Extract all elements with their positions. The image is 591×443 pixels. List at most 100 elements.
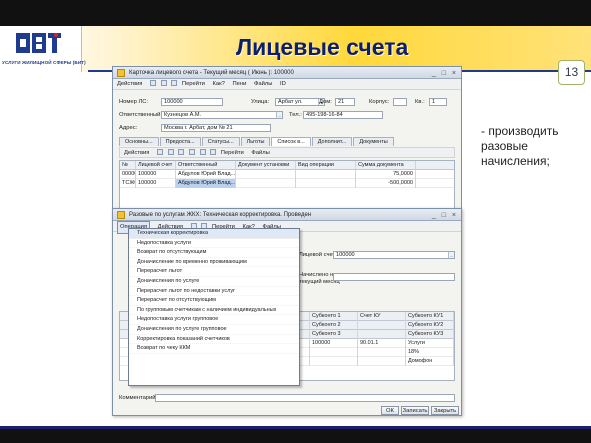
responsible-dropdown-icon[interactable]: … [276, 112, 282, 118]
copy-icon[interactable] [167, 149, 174, 156]
menu-item-group-meters[interactable]: По групповым счетчикам с наличием индиви… [129, 306, 299, 316]
ok-button[interactable]: ОК [381, 406, 399, 415]
refresh-icon[interactable] [171, 80, 178, 87]
menu-item-kkm-refund[interactable]: Возврат по чеку ККМ [129, 344, 299, 354]
col-num[interactable]: № [120, 161, 136, 170]
row-cell [236, 179, 296, 188]
menu-item-undersupply[interactable]: Недопоставка услуги [129, 239, 299, 249]
col-account-ku[interactable]: Счет КУ [358, 312, 406, 321]
menu-item-recalc-absent[interactable]: Перерасчет по отсутствующим [129, 296, 299, 306]
tab-benefits[interactable]: Льготы [240, 137, 271, 146]
filter-icon[interactable] [199, 149, 206, 156]
table-row[interactable]: 000000...100000Абдулов Юрий Влад... 75,00… [120, 170, 454, 179]
apartment-field[interactable]: 1 [429, 98, 447, 106]
accrual-field[interactable] [333, 273, 455, 281]
row-cell [310, 357, 358, 366]
tab-main[interactable]: Основны... [119, 137, 159, 146]
house-field[interactable]: 21 [335, 98, 355, 106]
row-cell: Домофон [406, 357, 454, 366]
street-field[interactable]: Арбат ул. ▾ [275, 98, 325, 106]
list-goto[interactable]: Перейти [221, 148, 244, 159]
tab-provided[interactable]: Предоста... [159, 137, 201, 146]
row-cell: Абдулов Юрий Влад... [178, 170, 236, 179]
menu-item-benefit-undersupply[interactable]: Перерасчет льгот по недоставки услуг [129, 287, 299, 297]
row-cell [296, 179, 356, 188]
toolbar-files[interactable]: Файлы [254, 79, 272, 90]
logo-caption: УСЛУГИ ЖИЛИЩНОЙ СФЕРЫ (БИТ) [2, 60, 86, 65]
sub-account-dropdown-icon[interactable]: … [448, 252, 454, 258]
add-icon[interactable] [157, 149, 164, 156]
new-doc-icon[interactable] [150, 80, 157, 87]
col-subconto-ku2[interactable]: Субконто КУ2 [406, 321, 454, 330]
page-title: Лицевые счета [236, 34, 409, 60]
list-actions[interactable]: Действия [124, 148, 149, 159]
toolbar-id[interactable]: ID [280, 79, 286, 90]
close-button[interactable]: Закрыть [431, 406, 459, 415]
menu-item-meter-correction[interactable]: Корректировка показаний счетчиков [129, 335, 299, 345]
col-subconto-ku1[interactable]: Субконто КУ1 [406, 312, 454, 321]
subwindow-app-icon [117, 211, 125, 219]
address-field[interactable]: Москва г. Арбат, дом № 21 [161, 124, 271, 132]
menu-item-service-charges-group[interactable]: Доначисления по услуге групповое [129, 325, 299, 335]
row-cell: Услуги [406, 339, 454, 348]
col-sum[interactable]: Сумма документа [356, 161, 416, 170]
col-subconto-3[interactable]: Субконто 3 [310, 330, 358, 339]
window-controls[interactable]: _ □ × [432, 68, 458, 80]
tab-list[interactable]: Список в... [271, 137, 311, 146]
toolbar-penalties[interactable]: Пени [233, 79, 247, 90]
window-title-bar[interactable]: Карточка лицевого счета - Текущий месяц … [113, 67, 461, 79]
col-operation[interactable]: Вид операции [296, 161, 356, 170]
tab-extra[interactable]: Дополнит... [311, 137, 353, 146]
building-field[interactable] [393, 98, 407, 106]
col-subconto-ku3[interactable]: Субконто КУ3 [406, 330, 454, 339]
responsible-value: Кузнецов А.М. [164, 112, 202, 118]
operation-dropdown-menu: Техническая корректировка Недопоставка у… [128, 228, 300, 386]
window-title: Карточка лицевого счета - Текущий месяц … [129, 70, 294, 76]
sub-account-field[interactable]: 100000… [333, 251, 455, 259]
account-number-field[interactable]: 100000 [161, 98, 223, 106]
row-cell: ТСЖ00... [122, 179, 136, 188]
window-app-icon [117, 69, 125, 77]
list-files[interactable]: Файлы [251, 148, 269, 159]
col-account[interactable]: Лицевой счет [136, 161, 176, 170]
main-toolbar: Действия Перейти Как? Пени Файлы ID [113, 79, 461, 90]
sort-icon[interactable] [210, 149, 217, 156]
menu-item-tech-correction[interactable]: Техническая корректировка [129, 229, 299, 239]
save-button[interactable]: Записать [401, 406, 429, 415]
menu-item-undersupply-group[interactable]: Недопоставка услуги групповое [129, 315, 299, 325]
table-row[interactable]: ТСЖ00...100000Абдулов Юрий Влад... -500,0… [120, 179, 454, 188]
col-subconto-2[interactable]: Субконто 2 [310, 321, 358, 330]
row-cell: 100000 [136, 170, 176, 179]
account-card-window: Карточка лицевого счета - Текущий месяц … [112, 66, 462, 214]
edit-icon[interactable] [178, 149, 185, 156]
documents-grid: № Лицевой счет Ответственный Документ устан… [119, 160, 455, 210]
row-cell: 100000 [136, 179, 176, 188]
col-subconto-1[interactable]: Субконто 1 [310, 312, 358, 321]
toolbar-how[interactable]: Как? [213, 79, 225, 90]
menu-item-benefit-recalc[interactable]: Перерасчет льгот [129, 267, 299, 277]
responsible-label: Ответственный: [119, 112, 163, 118]
col-responsible[interactable]: Ответственный [176, 161, 236, 170]
phone-field[interactable]: 495-198-16-84 [303, 111, 383, 119]
menu-item-service-charges[interactable]: Доначисления по услуге [129, 277, 299, 287]
toolbar-actions[interactable]: Действия [117, 79, 142, 90]
tab-statuses[interactable]: Статусы... [201, 137, 240, 146]
comment-field[interactable] [155, 394, 455, 402]
tab-documents[interactable]: Документы [353, 137, 394, 146]
menu-item-refund-absent[interactable]: Возврат по отсутствующим [129, 248, 299, 258]
page-number-badge: 13 [558, 60, 585, 85]
account-number-label: Номер ЛС: [119, 99, 149, 105]
col-doc[interactable]: Документ установки [236, 161, 296, 170]
menu-item-temporary-residents[interactable]: Доначисление по временно проживающим [129, 258, 299, 268]
row-cell: 100000 [310, 339, 358, 348]
toolbar-goto[interactable]: Перейти [182, 79, 205, 90]
row-cell [236, 170, 296, 179]
subwindow-controls[interactable]: _ □ × [432, 210, 458, 222]
subwindow-title-bar[interactable]: Разовые по услугам ЖКХ: Техническая корр… [113, 209, 461, 221]
subwindow-title: Разовые по услугам ЖКХ: Техническая корр… [129, 212, 312, 218]
grid-header: № Лицевой счет Ответственный Документ устан… [120, 161, 454, 170]
save-icon[interactable] [160, 80, 167, 87]
responsible-field[interactable]: Кузнецов А.М. … [161, 111, 283, 119]
row-cell: 18% [406, 348, 454, 357]
delete-icon[interactable] [188, 149, 195, 156]
